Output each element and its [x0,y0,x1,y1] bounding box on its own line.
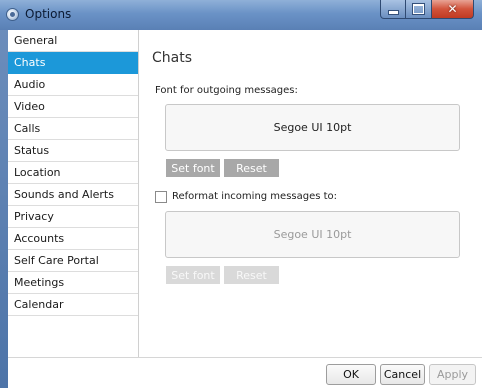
incoming-reset-button[interactable]: Reset [224,266,279,284]
maximize-button[interactable] [406,0,432,19]
reformat-incoming-label[interactable]: Reformat incoming messages to: [172,191,337,202]
cancel-button[interactable]: Cancel [380,364,425,385]
incoming-set-font-button[interactable]: Set font [166,266,220,284]
sidebar-item-status[interactable]: Status [8,140,138,162]
sidebar-item-sounds-and-alerts[interactable]: Sounds and Alerts [8,184,138,206]
close-button[interactable]: ✕ [432,0,474,19]
maximize-icon [413,4,424,14]
reformat-incoming-checkbox[interactable] [155,191,167,203]
sidebar-item-meetings[interactable]: Meetings [8,272,138,294]
apply-button[interactable]: Apply [429,364,476,385]
dialog-client-area: General Chats Audio Video Calls Status L… [8,30,482,389]
window-title: Options [25,7,72,21]
window-controls: ✕ [380,0,474,20]
options-window: Options ✕ General Chats Audio Video Call… [0,0,482,389]
incoming-font-preview-text: Segoe UI 10pt [273,228,352,241]
outgoing-font-label: Font for outgoing messages: [155,85,298,96]
incoming-font-preview: Segoe UI 10pt [165,211,460,258]
minimize-icon [387,9,399,15]
chats-settings-panel: Chats Font for outgoing messages: Segoe … [139,30,482,357]
sidebar-item-calendar[interactable]: Calendar [8,294,138,316]
sidebar-item-audio[interactable]: Audio [8,74,138,96]
app-icon [6,8,19,21]
options-sidebar: General Chats Audio Video Calls Status L… [8,30,139,357]
sidebar-item-general[interactable]: General [8,30,138,52]
sidebar-item-location[interactable]: Location [8,162,138,184]
title-bar[interactable]: Options ✕ [0,0,482,30]
outgoing-font-preview-text: Segoe UI 10pt [273,121,352,134]
sidebar-item-accounts[interactable]: Accounts [8,228,138,250]
sidebar-item-video[interactable]: Video [8,96,138,118]
page-title: Chats [152,50,193,66]
sidebar-item-self-care-portal[interactable]: Self Care Portal [8,250,138,272]
minimize-button[interactable] [380,0,406,19]
sidebar-item-chats[interactable]: Chats [8,52,138,74]
outgoing-set-font-button[interactable]: Set font [166,159,220,177]
sidebar-item-privacy[interactable]: Privacy [8,206,138,228]
outgoing-reset-button[interactable]: Reset [224,159,279,177]
dialog-footer: OK Cancel Apply [8,357,482,389]
close-icon: ✕ [447,2,458,16]
sidebar-item-calls[interactable]: Calls [8,118,138,140]
outgoing-font-preview: Segoe UI 10pt [165,104,460,151]
ok-button[interactable]: OK [326,364,376,385]
